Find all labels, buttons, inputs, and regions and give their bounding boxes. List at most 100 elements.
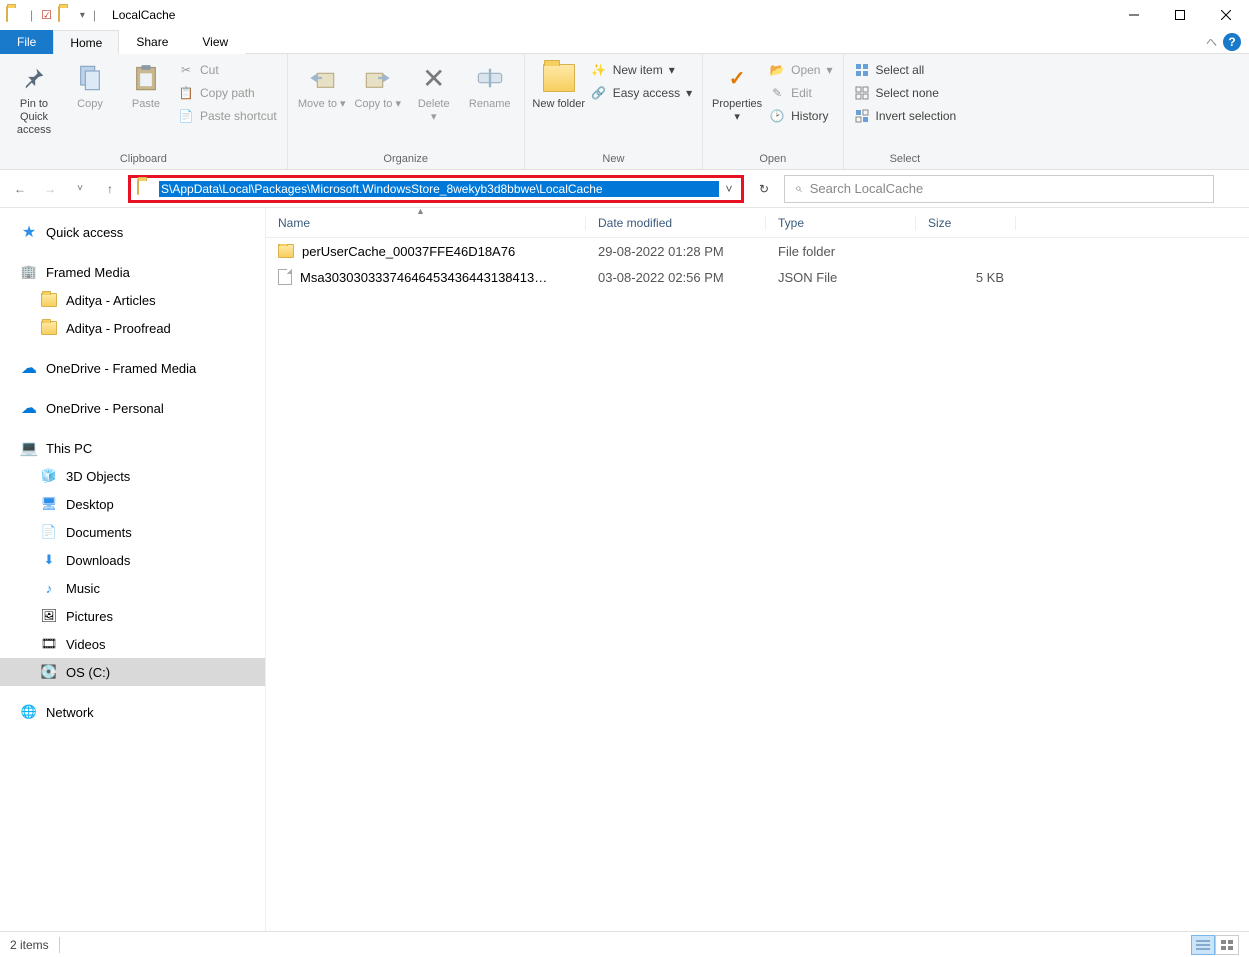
maximize-button[interactable] — [1157, 0, 1203, 30]
tab-view[interactable]: View — [185, 30, 245, 54]
desktop-icon: 🖥 — [40, 495, 58, 513]
documents-icon: 📄 — [40, 523, 58, 541]
sidebar-quick-access[interactable]: ★Quick access — [0, 218, 265, 246]
forward-button[interactable]: → — [38, 177, 62, 201]
select-none-button[interactable]: Select none — [850, 83, 961, 103]
paste-shortcut-button[interactable]: 📄Paste shortcut — [174, 106, 281, 126]
navigation-bar: ← → ˅ ↑ S\AppData\Local\Packages\Microso… — [0, 170, 1249, 208]
sidebar-onedrive-framed[interactable]: ☁OneDrive - Framed Media — [0, 354, 265, 382]
sidebar-desktop[interactable]: 🖥Desktop — [0, 490, 265, 518]
search-input[interactable] — [810, 181, 1203, 196]
invert-selection-button[interactable]: Invert selection — [850, 106, 961, 126]
help-icon[interactable]: ? — [1223, 33, 1241, 51]
new-folder-button[interactable]: New folder — [531, 58, 587, 111]
sidebar-this-pc[interactable]: 💻This PC — [0, 434, 265, 462]
cut-button[interactable]: ✂Cut — [174, 60, 281, 80]
pin-to-quick-access-button[interactable]: Pin to Quick access — [6, 58, 62, 138]
sidebar-network[interactable]: 🌐Network — [0, 698, 265, 726]
column-header-size[interactable]: Size — [916, 216, 1016, 230]
building-icon: 🏢 — [20, 263, 38, 281]
folder-icon — [40, 319, 58, 337]
history-button[interactable]: 🕑History — [765, 106, 836, 126]
cut-icon: ✂ — [178, 62, 194, 78]
tab-home[interactable]: Home — [53, 30, 119, 54]
select-all-icon — [854, 62, 870, 78]
file-name: Msa30303033374646453436443138413… — [300, 270, 547, 285]
quick-access-icon: ★ — [20, 223, 38, 241]
easy-access-button[interactable]: 🔗Easy access ▾ — [587, 83, 696, 103]
move-to-button[interactable]: Move to ▾ — [294, 58, 350, 111]
delete-button[interactable]: ✕ Delete▾ — [406, 58, 462, 124]
window-controls — [1111, 0, 1249, 30]
refresh-button[interactable]: ↻ — [750, 175, 778, 203]
minimize-button[interactable] — [1111, 0, 1157, 30]
ribbon-collapse-icon[interactable]: ヘ — [1206, 34, 1217, 50]
sidebar-aditya-articles[interactable]: Aditya - Articles — [0, 286, 265, 314]
pin-icon — [18, 62, 50, 94]
rename-button[interactable]: Rename — [462, 58, 518, 111]
new-item-button[interactable]: ✨New item ▾ — [587, 60, 696, 80]
column-header-name[interactable]: Name — [266, 216, 586, 230]
ribbon-group-organize: Move to ▾ Copy to ▾ ✕ Delete▾ Rename Org… — [288, 54, 525, 169]
videos-icon: 🎞 — [40, 635, 58, 653]
sidebar-documents[interactable]: 📄Documents — [0, 518, 265, 546]
paste-shortcut-icon: 📄 — [178, 108, 194, 124]
qat-dropdown-icon[interactable]: ▾ — [80, 10, 85, 21]
easy-access-icon: 🔗 — [591, 85, 607, 101]
folder-icon — [278, 244, 294, 258]
pictures-icon: 🖼 — [40, 607, 58, 625]
qat-checkbox-icon[interactable]: ☑ — [41, 8, 52, 22]
app-folder-icon — [6, 7, 22, 23]
status-item-count: 2 items — [10, 938, 49, 952]
sidebar-3d-objects[interactable]: 🧊3D Objects — [0, 462, 265, 490]
sidebar-pictures[interactable]: 🖼Pictures — [0, 602, 265, 630]
copy-path-button[interactable]: 📋Copy path — [174, 83, 281, 103]
copy-icon — [74, 62, 106, 94]
delete-icon: ✕ — [418, 62, 450, 94]
file-row[interactable]: perUserCache_00037FFE46D18A7629-08-2022 … — [266, 238, 1249, 264]
sidebar-onedrive-personal[interactable]: ☁OneDrive - Personal — [0, 394, 265, 422]
copy-button[interactable]: Copy — [62, 58, 118, 111]
copy-to-button[interactable]: Copy to ▾ — [350, 58, 406, 111]
sort-indicator-icon: ▲ — [416, 208, 425, 216]
cloud-icon: ☁ — [20, 399, 38, 417]
sidebar-aditya-proofread[interactable]: Aditya - Proofread — [0, 314, 265, 342]
sidebar-downloads[interactable]: ⬇Downloads — [0, 546, 265, 574]
view-large-icons-button[interactable] — [1215, 935, 1239, 955]
navigation-pane[interactable]: ★Quick access 🏢Framed Media Aditya - Art… — [0, 208, 266, 931]
cloud-icon: ☁ — [20, 359, 38, 377]
properties-button[interactable]: ✓ Properties▾ — [709, 58, 765, 124]
objects3d-icon: 🧊 — [40, 467, 58, 485]
search-box[interactable]: ⌕ — [784, 175, 1214, 203]
search-icon: ⌕ — [795, 181, 802, 196]
address-bar[interactable]: S\AppData\Local\Packages\Microsoft.Windo… — [128, 175, 744, 203]
qat-folder-icon[interactable] — [58, 7, 74, 23]
ribbon-group-select: Select all Select none Invert selection … — [844, 54, 967, 169]
sidebar-music[interactable]: ♪Music — [0, 574, 265, 602]
up-button[interactable]: ↑ — [98, 177, 122, 201]
file-name: perUserCache_00037FFE46D18A76 — [302, 244, 515, 259]
sidebar-os-c[interactable]: 💽OS (C:) — [0, 658, 265, 686]
select-none-icon — [854, 85, 870, 101]
address-dropdown-icon[interactable]: ˅ — [719, 182, 739, 196]
select-all-button[interactable]: Select all — [850, 60, 961, 80]
file-row[interactable]: Msa30303033374646453436443138413…03-08-2… — [266, 264, 1249, 290]
column-header-type[interactable]: Type — [766, 216, 916, 230]
sidebar-videos[interactable]: 🎞Videos — [0, 630, 265, 658]
window-title: LocalCache — [112, 8, 175, 22]
view-details-button[interactable] — [1191, 935, 1215, 955]
network-icon: 🌐 — [20, 703, 38, 721]
tab-share[interactable]: Share — [119, 30, 185, 54]
paste-button[interactable]: Paste — [118, 58, 174, 111]
edit-button[interactable]: ✎Edit — [765, 83, 836, 103]
column-header-date[interactable]: Date modified — [586, 216, 766, 230]
tab-file[interactable]: File — [0, 30, 53, 54]
address-path[interactable]: S\AppData\Local\Packages\Microsoft.Windo… — [159, 181, 719, 197]
back-button[interactable]: ← — [8, 177, 32, 201]
close-button[interactable] — [1203, 0, 1249, 30]
open-button[interactable]: 📂Open ▾ — [765, 60, 836, 80]
file-size: 5 KB — [916, 270, 1016, 285]
sidebar-framed-media[interactable]: 🏢Framed Media — [0, 258, 265, 286]
recent-locations-button[interactable]: ˅ — [68, 177, 92, 201]
main-area: ★Quick access 🏢Framed Media Aditya - Art… — [0, 208, 1249, 931]
